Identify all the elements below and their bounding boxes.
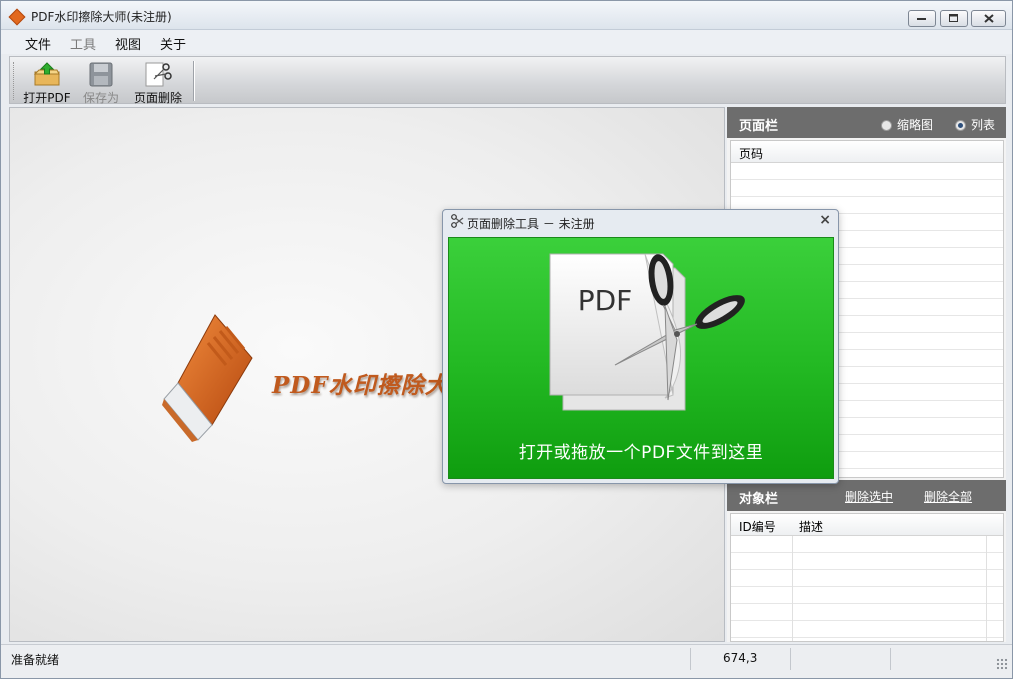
- objects-list-rows: [731, 536, 1003, 641]
- eraser-logo-icon: [162, 314, 253, 442]
- objects-list-header: ID编号 描述: [731, 514, 1003, 536]
- pages-list-header: 页码: [731, 141, 1003, 163]
- maximize-icon: [941, 11, 967, 26]
- thumbnail-view-radio[interactable]: 缩略图: [881, 116, 933, 133]
- status-separator: [690, 648, 691, 670]
- pdf-art-text: PDF: [578, 284, 633, 317]
- close-icon: [972, 11, 1005, 26]
- delete-all-link[interactable]: 删除全部: [924, 488, 972, 505]
- app-logo-icon: [8, 8, 26, 26]
- column-divider: [792, 536, 793, 641]
- save-as-button[interactable]: 保存为: [80, 59, 122, 105]
- pages-panel-title: 页面栏: [739, 119, 779, 134]
- thumbnail-view-label: 缩略图: [897, 118, 934, 132]
- menu-about[interactable]: 关于: [160, 34, 186, 53]
- pages-panel-header: 页面栏 缩略图 列表: [727, 107, 1006, 138]
- column-description[interactable]: 描述: [799, 518, 823, 535]
- column-page-number[interactable]: 页码: [739, 145, 763, 162]
- dialog-close-icon[interactable]: ×: [819, 212, 831, 228]
- drop-instruction: 打开或拖放一个PDF文件到这里: [518, 443, 764, 463]
- open-pdf-label: 打开PDF: [23, 91, 71, 105]
- scissors-icon: [451, 214, 464, 228]
- radio-checked-icon: [955, 120, 966, 131]
- page-delete-dialog: 页面删除工具 － 未注册 × PDF 打开或拖放一个PDF文件到这里: [442, 209, 839, 484]
- status-bar: 准备就绪 674,3: [1, 644, 1012, 678]
- delete-selected-link[interactable]: 删除选中: [845, 488, 893, 505]
- open-pdf-button[interactable]: 打开PDF: [22, 59, 72, 105]
- menu-view[interactable]: 视图: [115, 34, 141, 53]
- toolbar: 打开PDF 保存为 页面删除: [9, 56, 1006, 105]
- cursor-coordinates: 674,3: [723, 651, 758, 665]
- resize-grip-icon[interactable]: [996, 658, 1008, 670]
- menu-file[interactable]: 文件: [25, 34, 51, 53]
- save-disk-icon: [87, 62, 115, 88]
- window-title: PDF水印擦除大师(未注册): [31, 10, 172, 24]
- list-view-label: 列表: [971, 118, 996, 132]
- toolbar-grip[interactable]: [13, 62, 16, 100]
- status-separator: [790, 648, 791, 670]
- maximize-button[interactable]: [940, 10, 968, 27]
- column-id[interactable]: ID编号: [739, 518, 776, 535]
- toolbar-separator: [193, 61, 194, 101]
- objects-list[interactable]: ID编号 描述: [730, 513, 1004, 642]
- dialog-title: 页面删除工具 － 未注册: [467, 217, 595, 231]
- minimize-button[interactable]: [908, 10, 936, 27]
- title-bar: PDF水印擦除大师(未注册): [1, 1, 1012, 30]
- page-delete-label: 页面删除: [133, 91, 182, 105]
- radio-unchecked-icon: [881, 120, 892, 131]
- pdf-scissors-icon: PDF: [549, 253, 745, 411]
- close-button[interactable]: [971, 10, 1006, 27]
- open-folder-icon: [33, 62, 61, 88]
- app-window: PDF水印擦除大师(未注册) 文件 工具 视图 关于 打开PDF 保存为 页面删…: [0, 0, 1013, 679]
- menu-bar: 文件 工具 视图 关于: [1, 30, 1012, 54]
- save-as-label: 保存为: [82, 91, 119, 105]
- objects-panel-header: 对象栏 删除选中 删除全部: [727, 480, 1006, 511]
- status-separator: [890, 648, 891, 670]
- objects-panel-title: 对象栏: [739, 492, 779, 507]
- minimize-icon: [909, 11, 935, 26]
- pdf-drop-zone[interactable]: PDF 打开或拖放一个PDF文件到这里: [448, 237, 834, 479]
- menu-tools[interactable]: 工具: [70, 34, 96, 53]
- page-scissors-icon: [144, 62, 172, 88]
- status-text: 准备就绪: [11, 653, 60, 667]
- page-delete-button[interactable]: 页面删除: [130, 59, 186, 105]
- column-divider: [986, 536, 987, 641]
- list-view-radio[interactable]: 列表: [955, 116, 995, 133]
